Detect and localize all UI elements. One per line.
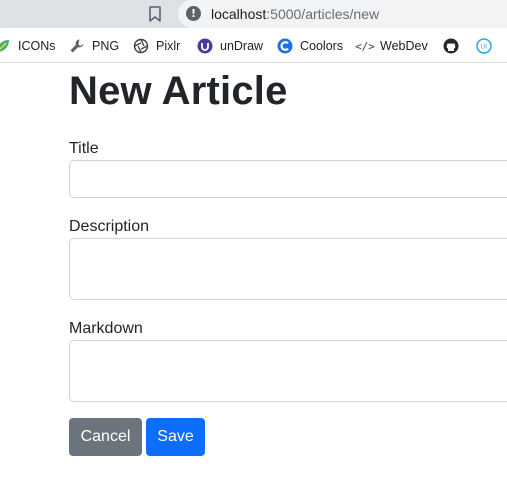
title-label: Title <box>69 140 99 157</box>
url-host: localhost <box>211 6 267 22</box>
description-textarea[interactable] <box>69 238 507 300</box>
bookmark-label: ICONs <box>18 39 56 53</box>
bookmark-undraw[interactable]: unDraw <box>197 37 263 55</box>
title-input[interactable] <box>69 160 507 198</box>
url-path: :5000/articles/new <box>266 6 380 22</box>
bookmark-webdev[interactable]: </> WebDev <box>355 37 428 55</box>
wrench-icon <box>69 38 85 54</box>
aperture-icon <box>133 38 149 54</box>
ui-icon: UI <box>476 38 492 54</box>
github-icon <box>443 38 459 54</box>
bookmark-icons[interactable]: ICONs <box>0 37 56 55</box>
save-button[interactable]: Save <box>146 418 205 456</box>
code-icon: </> <box>355 39 375 53</box>
icons-leaf-icon <box>0 38 11 54</box>
coolors-icon <box>277 38 293 54</box>
markdown-textarea[interactable] <box>69 340 507 402</box>
bookmark-icon[interactable] <box>147 5 163 23</box>
bookmark-label: Coolors <box>300 39 344 53</box>
browser-toolbar: ! localhost:5000/articles/new <box>0 0 507 28</box>
bookmarks-bar: ICONs PNG Pixlr unDraw Coolors </> WebDe… <box>0 28 507 63</box>
bookmark-github[interactable] <box>443 37 466 55</box>
undraw-icon <box>197 38 213 54</box>
ui-icon-text: UI <box>481 44 487 51</box>
cancel-button[interactable]: Cancel <box>69 418 142 456</box>
bookmark-pixlr[interactable]: Pixlr <box>133 37 180 55</box>
bookmark-label: PNG <box>92 39 120 53</box>
site-info-icon[interactable]: ! <box>186 6 201 21</box>
markdown-label: Markdown <box>69 320 143 337</box>
bookmark-coolors[interactable]: Coolors <box>277 37 343 55</box>
bookmark-ui[interactable]: UI <box>476 37 499 55</box>
bookmark-label: WebDev <box>380 39 428 53</box>
page-title: New Article <box>69 69 288 113</box>
address-url[interactable]: localhost:5000/articles/new <box>211 5 379 23</box>
bookmark-label: unDraw <box>220 39 264 53</box>
bookmark-label: Pixlr <box>156 39 181 53</box>
description-label: Description <box>69 218 150 235</box>
bookmark-png[interactable]: PNG <box>69 37 119 55</box>
